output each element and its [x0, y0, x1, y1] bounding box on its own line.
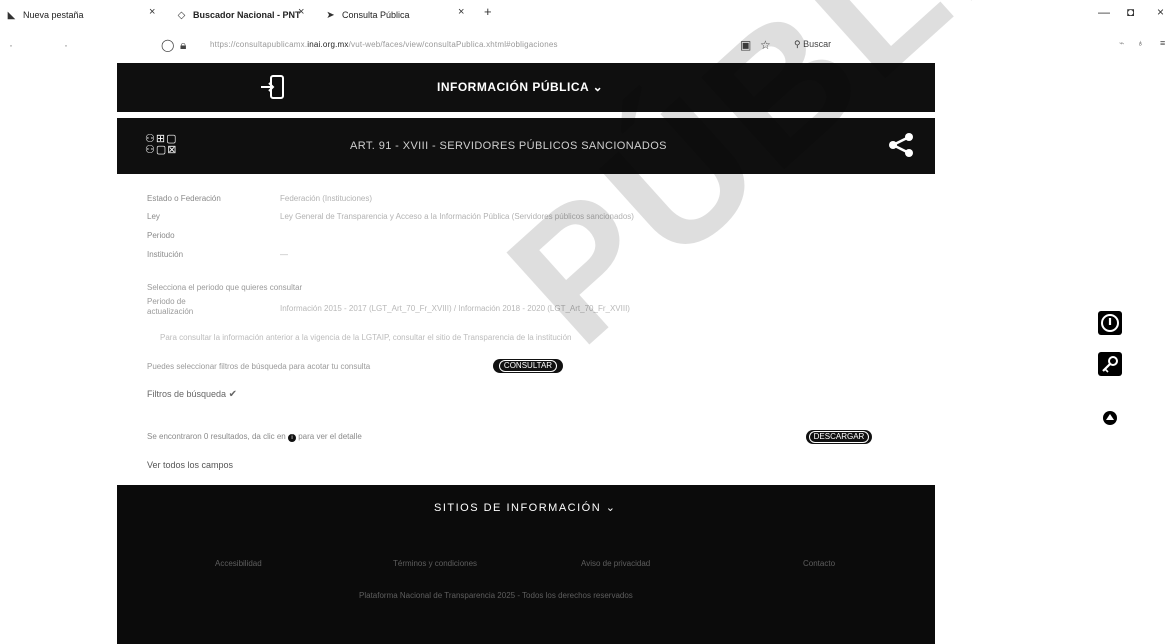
- account-icon[interactable]: ♁: [1137, 38, 1144, 48]
- info-icon[interactable]: i: [287, 434, 296, 442]
- close-tab-icon[interactable]: ×: [458, 6, 464, 18]
- lock-icon[interactable]: 🔒︎: [180, 38, 186, 53]
- info-publica-title: INFORMACIÓN PÚBLICA: [437, 80, 589, 94]
- consultar-button[interactable]: CONSULTAR: [493, 359, 563, 373]
- scroll-top-icon[interactable]: [1103, 411, 1117, 425]
- minimize-icon[interactable]: —: [1098, 5, 1110, 19]
- filters-toggle[interactable]: Filtros de búsqueda ✔︎: [147, 389, 237, 400]
- descargar-button[interactable]: DESCARGAR: [806, 430, 872, 444]
- consulta-icon: ➤: [326, 9, 335, 21]
- url-path: /vut-web/faces/view/consultaPublica.xhtm…: [348, 40, 558, 49]
- url-domain: inai.org.mx: [307, 40, 349, 49]
- chevron-down-icon: ✔︎: [228, 389, 237, 400]
- footer: SITIOS DE INFORMACIÓN ⌄ Accesibilidad Té…: [117, 485, 935, 644]
- results-text: Se encontraron 0 resultados, da clic en: [147, 432, 286, 441]
- field-label: Institución: [147, 250, 184, 259]
- bookmark-star-icon[interactable]: ☆: [760, 38, 771, 52]
- field-value[interactable]: —: [280, 250, 288, 259]
- address-bar-row: · · ◯ 🔒︎ https://consultapublicamx.inai.…: [0, 31, 1174, 59]
- new-tab-button[interactable]: +: [484, 4, 492, 19]
- obligations-grid-icon[interactable]: ⚇⊞▢ ⚇▢⊠: [145, 134, 177, 156]
- field-label: Ley: [147, 212, 160, 221]
- url-prefix: https://consultapublicamx.: [210, 40, 308, 49]
- chevron-down-icon: ⌄: [605, 502, 617, 514]
- new-tab-icon: ◣: [7, 9, 16, 21]
- pnt-icon: ◇: [177, 9, 186, 21]
- info-publica-bar: INFORMACIÓN PÚBLICA ⌄: [117, 63, 935, 112]
- results-note: Se encontraron 0 resultados, da clic en …: [147, 432, 362, 442]
- extra-note: Para consultar la información anterior a…: [160, 333, 572, 342]
- field-label: Periodo: [147, 231, 175, 240]
- article-header: ⚇⊞▢ ⚇▢⊠ ART. 91 - XVIII - SERVIDORES PÚBL…: [117, 118, 935, 174]
- footer-copyright: Plataforma Nacional de Transparencia 202…: [359, 591, 633, 600]
- field-value[interactable]: Ley General de Transparencia y Acceso a …: [280, 212, 634, 221]
- consultar-label: CONSULTAR: [498, 360, 558, 372]
- tab-label: Nueva pestaña: [23, 10, 84, 20]
- footer-link[interactable]: Accesibilidad: [215, 559, 262, 568]
- back-icon[interactable]: ·: [9, 38, 13, 52]
- shield-icon[interactable]: ◯: [161, 38, 174, 52]
- menu-icon[interactable]: ≡: [1160, 38, 1165, 48]
- article-title: ART. 91 - XVIII - SERVIDORES PÚBLICOS SA…: [350, 140, 667, 152]
- tools-icon[interactable]: [1098, 352, 1122, 376]
- results-text-2: para ver el detalle: [298, 432, 362, 441]
- footer-link[interactable]: Términos y condiciones: [393, 559, 477, 568]
- field-label: Estado o Federación: [147, 194, 221, 203]
- tab-new-tab[interactable]: ◣ Nueva pestaña: [6, 7, 84, 23]
- tab-label: Buscador Nacional - PNT: [193, 10, 301, 20]
- browser-tab-bar: ◣ Nueva pestaña ◇ Buscador Nacional - PN…: [0, 0, 1174, 30]
- close-tab-icon[interactable]: ×: [149, 6, 155, 18]
- close-tab-icon[interactable]: ×: [298, 6, 304, 18]
- period-note: Selecciona el periodo que quieres consul…: [147, 283, 303, 292]
- field-value[interactable]: Federación (Instituciones): [280, 194, 372, 203]
- tab-label: Consulta Pública: [342, 10, 410, 20]
- update-value[interactable]: Información 2015 - 2017 (LGT_Art_70_Fr_X…: [280, 304, 630, 313]
- update-label: Periodo de actualización: [147, 297, 194, 316]
- login-icon[interactable]: [259, 72, 289, 102]
- footer-sites-menu[interactable]: SITIOS DE INFORMACIÓN ⌄: [434, 501, 616, 514]
- search-icon: ⚲: [794, 39, 801, 49]
- maximize-icon[interactable]: ◘: [1127, 5, 1134, 19]
- tab-buscador-pnt[interactable]: ◇ Buscador Nacional - PNT: [176, 7, 301, 23]
- accessibility-icon[interactable]: [1098, 311, 1122, 335]
- search-label: Buscar: [803, 39, 832, 49]
- all-fields-link[interactable]: Ver todos los campos: [147, 460, 233, 470]
- reader-view-icon[interactable]: ▣: [740, 38, 751, 52]
- footer-title: SITIOS DE INFORMACIÓN: [434, 502, 602, 514]
- info-publica-menu[interactable]: INFORMACIÓN PÚBLICA ⌄: [437, 80, 603, 94]
- url-field[interactable]: https://consultapublicamx.inai.org.mx/vu…: [210, 40, 558, 49]
- footer-link[interactable]: Aviso de privacidad: [581, 559, 650, 568]
- descargar-label: DESCARGAR: [808, 431, 870, 443]
- tab-consulta-publica[interactable]: ➤ Consulta Pública: [325, 7, 410, 23]
- share-icon[interactable]: [887, 131, 915, 159]
- consult-note: Puedes seleccionar filtros de búsqueda p…: [147, 362, 371, 371]
- filters-label: Filtros de búsqueda: [147, 389, 227, 399]
- forward-icon[interactable]: ·: [64, 38, 68, 52]
- browser-search-field[interactable]: ⚲ Buscar: [794, 39, 831, 50]
- close-window-icon[interactable]: ×: [1157, 5, 1164, 19]
- extensions-icon[interactable]: ⌁: [1119, 38, 1124, 49]
- chevron-down-icon: ⌄: [592, 80, 604, 94]
- footer-link[interactable]: Contacto: [803, 559, 835, 568]
